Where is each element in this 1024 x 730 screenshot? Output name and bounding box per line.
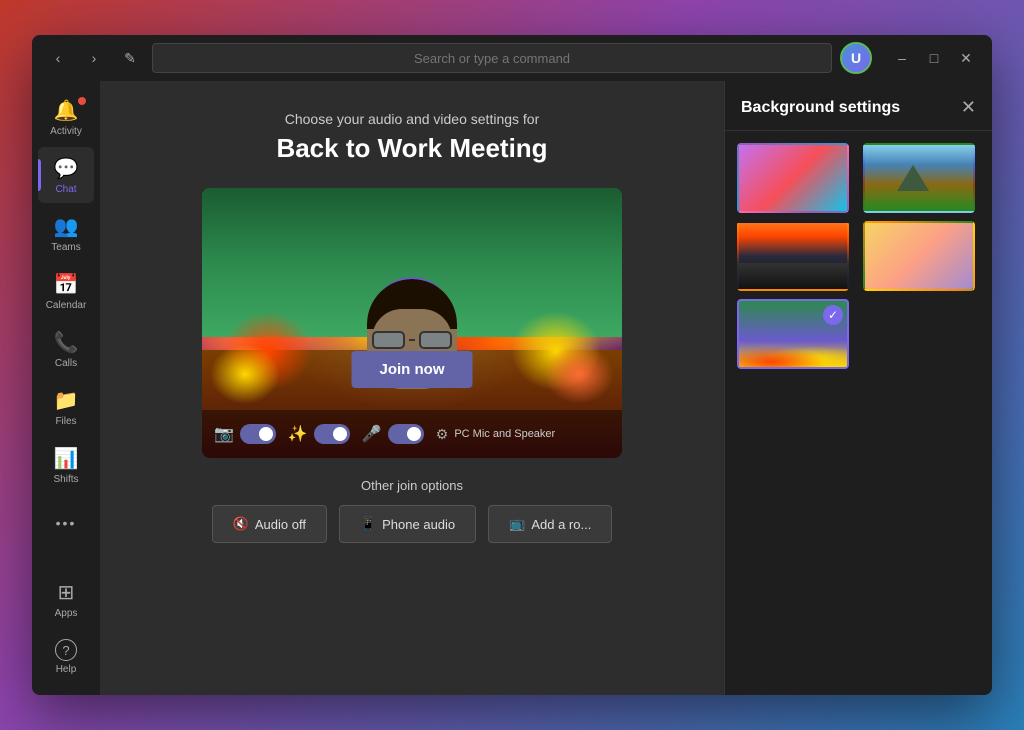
main-layout: 🔔 Activity 💬 Chat 👥 Teams 📅 Calendar 📞 C… [32, 81, 992, 695]
other-join-title: Other join options [212, 478, 613, 493]
sidebar-item-chat[interactable]: 💬 Chat [38, 147, 94, 203]
audio-settings-icon: ⚙ [436, 426, 449, 443]
sidebar-item-apps[interactable]: ⊞ Apps [38, 571, 94, 627]
add-room-icon: 📺 [509, 516, 525, 532]
files-icon: 📁 [54, 388, 79, 413]
selected-check: ✓ [823, 305, 843, 325]
calendar-icon: 📅 [54, 272, 79, 297]
add-room-button[interactable]: 📺 Add a ro... [488, 505, 612, 543]
join-now-button[interactable]: Join now [352, 351, 473, 388]
teams-icon: 👥 [54, 214, 79, 239]
bg-grid: ✓ [725, 131, 992, 381]
title-bar: ‹ › ✎ U – □ ✕ [32, 35, 992, 81]
bg-option-5[interactable]: ✓ [737, 299, 849, 369]
phone-audio-button[interactable]: 📱 Phone audio [339, 505, 476, 543]
mic-icon: 🎤 [362, 424, 382, 444]
bg-panel-header: Background settings ✕ [725, 81, 992, 131]
prejoin-title: Back to Work Meeting [276, 133, 547, 164]
sidebar-label-help: Help [56, 664, 77, 675]
video-toggle-group: 📷 [214, 424, 276, 444]
sidebar-label-files: Files [55, 416, 76, 427]
sidebar-label-apps: Apps [55, 608, 78, 619]
effects-icon: ✨ [288, 424, 308, 444]
close-bg-panel-button[interactable]: ✕ [961, 97, 976, 118]
sidebar-label-shifts: Shifts [53, 474, 78, 485]
sidebar-item-help[interactable]: ? Help [38, 629, 94, 685]
prejoin-subtitle: Choose your audio and video settings for [285, 111, 540, 127]
bg-option-1[interactable] [737, 143, 849, 213]
apps-icon: ⊞ [58, 580, 75, 605]
avatar[interactable]: U [840, 42, 872, 74]
bg-settings-panel: Background settings ✕ [724, 81, 992, 695]
bg-option-3[interactable] [737, 221, 849, 291]
mic-toggle-group: 🎤 [362, 424, 424, 444]
back-button[interactable]: ‹ [44, 44, 72, 72]
more-icon: ••• [56, 515, 77, 531]
prejoin-screen: Choose your audio and video settings for… [100, 81, 724, 695]
sidebar-item-files[interactable]: 📁 Files [38, 379, 94, 435]
sidebar-item-activity[interactable]: 🔔 Activity [38, 89, 94, 145]
sidebar-label-activity: Activity [50, 126, 82, 137]
sidebar-label-teams: Teams [51, 242, 80, 253]
sidebar-item-shifts[interactable]: 📊 Shifts [38, 437, 94, 493]
video-preview: Join now 📷 ✨ 🎤 [202, 188, 622, 458]
join-options-row: 🔇 Audio off 📱 Phone audio 📺 Add a ro... [212, 505, 613, 543]
bg-option-4[interactable] [863, 221, 975, 291]
shifts-icon: 📊 [54, 446, 79, 471]
edit-button[interactable]: ✎ [116, 44, 144, 72]
sidebar: 🔔 Activity 💬 Chat 👥 Teams 📅 Calendar 📞 C… [32, 81, 100, 695]
audio-off-button[interactable]: 🔇 Audio off [212, 505, 327, 543]
calls-icon: 📞 [54, 330, 79, 355]
minimize-button[interactable]: – [888, 44, 916, 72]
audio-off-label: Audio off [255, 517, 306, 532]
effects-toggle[interactable] [314, 424, 350, 444]
sidebar-label-calendar: Calendar [46, 300, 87, 311]
phone-audio-label: Phone audio [382, 517, 455, 532]
audio-off-icon: 🔇 [233, 516, 249, 532]
video-icon: 📷 [214, 424, 234, 444]
bg-option-2[interactable] [863, 143, 975, 213]
maximize-button[interactable]: □ [920, 44, 948, 72]
add-room-label: Add a ro... [531, 517, 591, 532]
sidebar-label-calls: Calls [55, 358, 77, 369]
content-area: Choose your audio and video settings for… [100, 81, 724, 695]
audio-settings-group: ⚙ PC Mic and Speaker [436, 426, 555, 443]
notification-dot [78, 97, 86, 105]
mic-toggle[interactable] [388, 424, 424, 444]
bg-panel-title: Background settings [741, 99, 900, 117]
effects-toggle-group: ✨ [288, 424, 350, 444]
video-toggle[interactable] [240, 424, 276, 444]
app-window: ‹ › ✎ U – □ ✕ 🔔 Activity 💬 Chat 👥 Teams [32, 35, 992, 695]
activity-icon: 🔔 [54, 98, 79, 123]
sidebar-item-teams[interactable]: 👥 Teams [38, 205, 94, 261]
sidebar-item-calendar[interactable]: 📅 Calendar [38, 263, 94, 319]
video-controls-bar: 📷 ✨ 🎤 ⚙ PC Mic and [202, 410, 622, 458]
phone-icon: 📱 [360, 516, 376, 532]
forward-button[interactable]: › [80, 44, 108, 72]
close-button[interactable]: ✕ [952, 44, 980, 72]
other-join-section: Other join options 🔇 Audio off 📱 Phone a… [212, 478, 613, 543]
chat-icon: 💬 [54, 156, 79, 181]
window-controls: – □ ✕ [888, 44, 980, 72]
sidebar-label-chat: Chat [55, 184, 76, 195]
audio-label: PC Mic and Speaker [454, 428, 555, 440]
help-icon: ? [55, 639, 77, 661]
sidebar-item-more[interactable]: ••• [38, 495, 94, 551]
search-input[interactable] [152, 43, 832, 73]
sidebar-item-calls[interactable]: 📞 Calls [38, 321, 94, 377]
